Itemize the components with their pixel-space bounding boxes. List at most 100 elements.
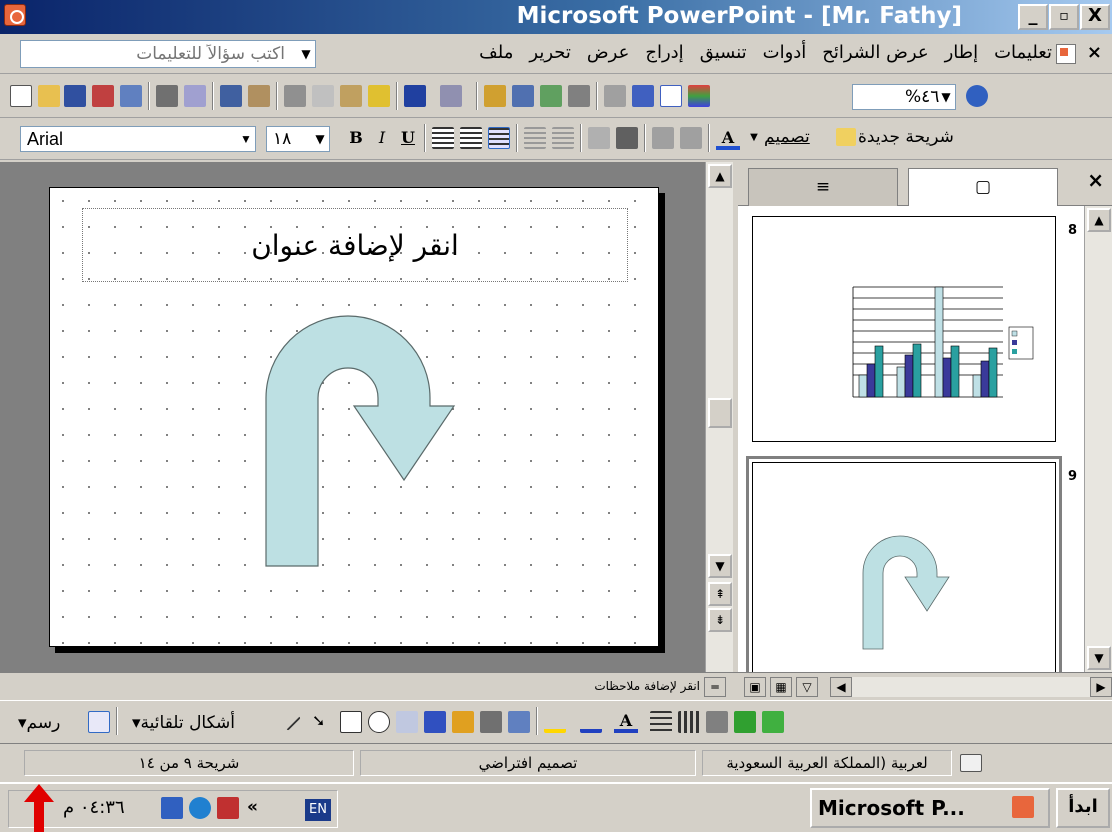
font-dropdown-arrow[interactable]: ▼ <box>237 127 255 151</box>
pane-close-icon[interactable]: × <box>1087 168 1104 192</box>
line-color-icon[interactable] <box>580 711 602 733</box>
taskbar-powerpoint-button[interactable]: Microsoft P... <box>810 788 1050 828</box>
tray-clock[interactable]: ٠٤:٣٦ م <box>63 797 125 818</box>
redo-icon[interactable] <box>440 85 462 107</box>
title-bar[interactable]: Microsoft PowerPoint - [Mr. Fathy] _ ▫ X <box>0 0 1112 34</box>
scroll-down-button[interactable]: ▼ <box>708 554 732 578</box>
italic-button[interactable]: I <box>370 126 394 150</box>
rectangle-icon[interactable] <box>340 711 362 733</box>
align-center-icon[interactable] <box>460 127 482 149</box>
document-close-icon[interactable]: × <box>1087 42 1102 63</box>
help-icon[interactable] <box>966 85 988 107</box>
paste-icon[interactable] <box>340 85 362 107</box>
arrow-icon[interactable]: ➘ <box>312 711 334 733</box>
notes-placeholder[interactable]: انقر لإضافة ملاحظات <box>594 679 700 693</box>
draw-menu-button[interactable]: رسم▾ <box>18 713 60 733</box>
design-button[interactable]: تصميم <box>764 127 810 147</box>
slide-vertical-scrollbar[interactable]: ▲ ▼ ⇞ ⇟ <box>705 162 733 672</box>
menu-window[interactable]: إطار <box>945 42 979 63</box>
menu-help[interactable]: تعليمات <box>994 42 1052 63</box>
insert-chart-icon[interactable] <box>484 85 506 107</box>
open-icon[interactable] <box>38 85 60 107</box>
spelling-icon[interactable] <box>220 85 242 107</box>
security-tray-icon[interactable] <box>217 797 239 819</box>
increase-font-size-icon[interactable] <box>616 127 638 149</box>
line-icon[interactable] <box>285 715 301 731</box>
close-button[interactable]: X <box>1080 4 1110 30</box>
increase-indent-icon[interactable] <box>680 127 702 149</box>
horizontal-scrollbar[interactable]: ◀ ▶ <box>830 677 1112 697</box>
email-icon[interactable] <box>120 85 142 107</box>
clip-art-icon[interactable] <box>480 711 502 733</box>
u-turn-arrow-shape[interactable] <box>50 188 660 648</box>
splitter-icon[interactable]: ═ <box>704 677 726 697</box>
pane-scroll-down-button[interactable]: ▼ <box>1087 646 1111 670</box>
font-color-button[interactable]: A <box>716 126 740 150</box>
scroll-up-button[interactable]: ▲ <box>708 164 732 188</box>
copy-icon[interactable] <box>312 85 334 107</box>
text-direction-icon[interactable] <box>588 127 610 149</box>
undo-icon[interactable] <box>404 85 426 107</box>
insert-hyperlink-icon[interactable] <box>568 85 590 107</box>
spelling-status-icon[interactable] <box>960 754 982 772</box>
font-color-dropdown-icon[interactable]: ▼ <box>742 126 766 150</box>
scroll-left-button[interactable]: ◀ <box>830 677 852 697</box>
help-question-box[interactable]: ▼ <box>20 40 316 68</box>
bullets-icon[interactable] <box>552 127 574 149</box>
show-formatting-icon[interactable] <box>632 85 654 107</box>
insert-picture-icon[interactable] <box>508 711 530 733</box>
slide-show-view-icon[interactable]: ▽ <box>796 677 818 697</box>
align-left-icon[interactable] <box>432 127 454 149</box>
diagram-icon[interactable] <box>452 711 474 733</box>
menu-edit[interactable]: تحرير <box>529 42 571 63</box>
expand-all-icon[interactable] <box>604 85 626 107</box>
show-grid-icon[interactable] <box>660 85 682 107</box>
underline-button[interactable]: U <box>396 126 420 150</box>
cut-icon[interactable] <box>284 85 306 107</box>
font-name-combobox[interactable]: Arial ▼ <box>20 126 256 152</box>
decrease-indent-icon[interactable] <box>652 127 674 149</box>
tab-outline[interactable]: ≡ <box>748 168 898 206</box>
menu-view[interactable]: عرض <box>587 42 629 63</box>
save-icon[interactable] <box>64 85 86 107</box>
fill-color-icon[interactable] <box>544 711 566 733</box>
show-more-icon[interactable]: » <box>247 797 258 817</box>
bold-button[interactable]: B <box>344 126 368 150</box>
menu-slideshow[interactable]: عرض الشرائح <box>822 42 928 63</box>
powerpoint-app-icon[interactable] <box>4 4 26 26</box>
format-painter-icon[interactable] <box>368 85 390 107</box>
slide-thumbnail-9[interactable]: 9 <box>746 456 1077 672</box>
menu-file[interactable]: ملف <box>479 42 513 63</box>
align-right-icon[interactable] <box>488 127 510 149</box>
ie-tray-icon[interactable] <box>189 797 211 819</box>
tables-borders-icon[interactable] <box>540 85 562 107</box>
zoom-dropdown-arrow[interactable]: ▼ <box>937 85 955 109</box>
scroll-thumb[interactable] <box>708 398 732 428</box>
restore-button[interactable]: ▫ <box>1049 4 1079 30</box>
minimize-button[interactable]: _ <box>1018 4 1048 30</box>
oval-icon[interactable] <box>368 711 390 733</box>
autoshapes-button[interactable]: أشكال تلقائية▾ <box>132 713 235 733</box>
slide-thumbnail-8[interactable]: 8 <box>752 216 1077 442</box>
normal-view-icon[interactable]: ▣ <box>744 677 766 697</box>
new-slide-icon[interactable] <box>836 128 856 146</box>
menu-insert[interactable]: إدراج <box>645 42 683 63</box>
select-objects-icon[interactable] <box>88 711 110 733</box>
numbering-icon[interactable] <box>524 127 546 149</box>
pane-vertical-scrollbar[interactable]: ▲ ▼ <box>1084 206 1112 672</box>
permission-icon[interactable] <box>92 85 114 107</box>
help-question-input[interactable] <box>21 41 291 67</box>
font-size-dropdown-arrow[interactable]: ▼ <box>311 127 329 151</box>
new-icon[interactable] <box>10 85 32 107</box>
help-dropdown-arrow[interactable]: ▼ <box>297 41 315 67</box>
network-tray-icon[interactable] <box>161 797 183 819</box>
shadow-style-icon[interactable] <box>734 711 756 733</box>
draw-font-color-icon[interactable]: A <box>614 709 638 733</box>
line-style-icon[interactable] <box>650 711 672 733</box>
arrow-style-icon[interactable] <box>706 711 728 733</box>
start-button[interactable]: ابدأ <box>1056 788 1110 828</box>
document-icon[interactable] <box>1056 44 1076 64</box>
text-box-icon[interactable] <box>396 711 418 733</box>
3d-style-icon[interactable] <box>762 711 784 733</box>
color-grayscale-icon[interactable] <box>688 85 710 107</box>
